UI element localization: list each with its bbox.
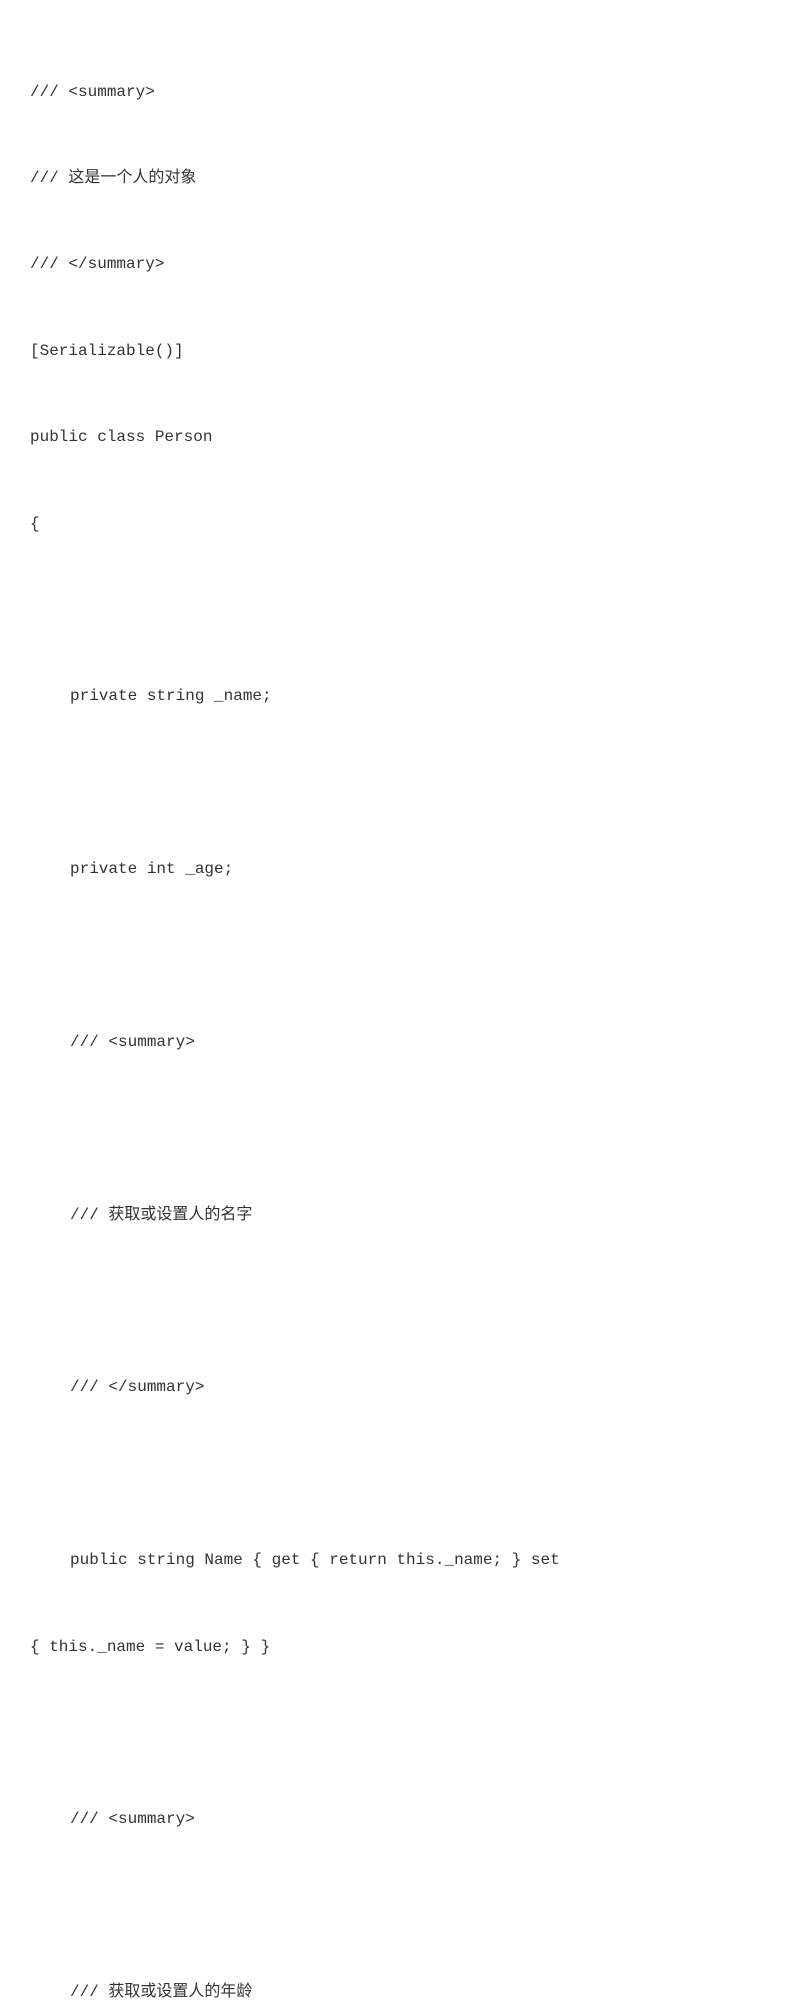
code-line-18: public string Name { get { return this._… (30, 1546, 775, 1575)
code-editor: /// <summary> /// 这是一个人的对象 /// </summary… (30, 20, 775, 2000)
code-line-15 (30, 1287, 775, 1316)
code-line-1: /// <summary> (30, 78, 775, 107)
code-line-19: { this._name = value; } } (30, 1633, 775, 1662)
code-line-13 (30, 1114, 775, 1143)
code-line-6: { (30, 510, 775, 539)
code-line-21: /// <summary> (30, 1805, 775, 1834)
code-line-3: /// </summary> (30, 250, 775, 279)
code-line-8: private string _name; (30, 682, 775, 711)
code-line-17 (30, 1460, 775, 1489)
code-line-2: /// 这是一个人的对象 (30, 164, 775, 193)
code-line-9 (30, 769, 775, 798)
code-line-7 (30, 596, 775, 625)
code-line-16: /// </summary> (30, 1373, 775, 1402)
code-line-10: private int _age; (30, 855, 775, 884)
code-line-20 (30, 1719, 775, 1748)
code-line-4: [Serializable()] (30, 337, 775, 366)
code-line-5: public class Person (30, 423, 775, 452)
code-line-11 (30, 942, 775, 971)
code-line-23: /// 获取或设置人的年龄 (30, 1978, 775, 2000)
code-line-12: /// <summary> (30, 1028, 775, 1057)
code-line-14: /// 获取或设置人的名字 (30, 1201, 775, 1230)
code-line-22 (30, 1892, 775, 1921)
